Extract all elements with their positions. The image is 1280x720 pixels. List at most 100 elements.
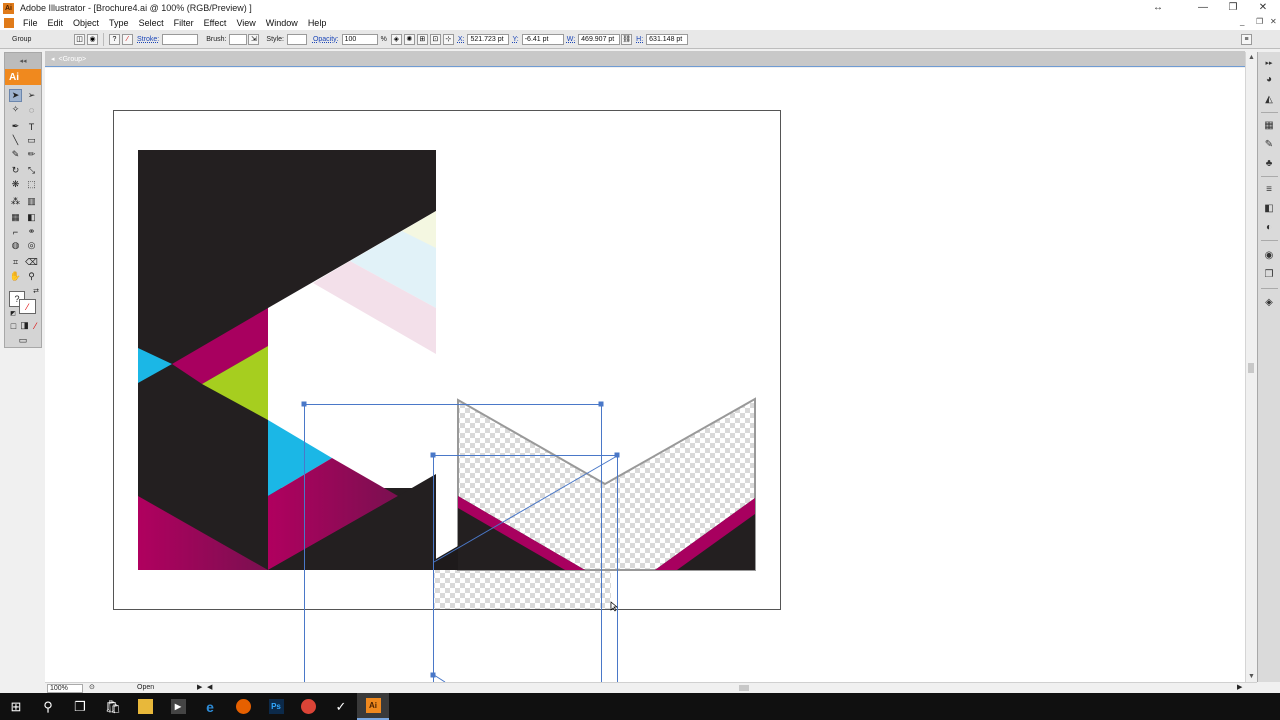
brushes-icon[interactable]: ✎ [1262,137,1276,151]
document-tab[interactable]: ◂ <Group> [51,53,86,65]
type-tool-icon[interactable]: T [25,120,38,133]
file-explorer-icon[interactable] [129,693,161,720]
transform-icon[interactable]: ⊡ [429,33,441,45]
panel-menu-icon[interactable]: ≡ [1241,34,1252,45]
vertical-scrollbar[interactable]: ▲ ▼ [1245,52,1256,682]
zoom-tool-icon[interactable]: ⚲ [25,270,38,283]
swatches-icon[interactable]: ▦ [1262,118,1276,132]
direct-selection-tool-icon[interactable]: ➢ [25,89,38,102]
selection-handle[interactable] [598,401,604,407]
artboard-nav-icon[interactable]: ⊙ [89,683,95,691]
menu-help[interactable]: Help [303,18,332,28]
lasso-tool-icon[interactable]: ◌ [25,103,38,116]
menu-window[interactable]: Window [261,18,303,28]
menu-edit[interactable]: Edit [43,18,69,28]
scroll-right-icon[interactable]: ▶ [1237,683,1242,691]
color-mode-icon[interactable]: □ [9,321,18,331]
scroll-thumb[interactable] [1248,363,1254,373]
doc-close-icon[interactable]: ✕ [1270,17,1277,26]
document-icon[interactable] [4,18,14,28]
selection-tool-icon[interactable]: ➤ [9,89,22,102]
zoom-level-field[interactable]: 100% [47,684,83,693]
y-field[interactable]: -6.41 pt [521,33,564,45]
resize-arrows-icon[interactable]: ↔ [1141,0,1175,14]
edge-icon[interactable]: e [194,693,226,720]
scroll-left-icon[interactable]: ◀ [207,683,212,691]
stroke-panel-icon[interactable]: ≡ [1262,182,1276,196]
crop-area-tool-icon[interactable]: ⌗ [9,256,22,269]
doc-restore-icon[interactable]: ❐ [1256,17,1263,26]
scroll-up-icon[interactable]: ▲ [1246,52,1257,62]
fill-swatch-icon[interactable]: ? [109,33,120,45]
appearance-panel-icon[interactable]: ◉ [1262,248,1276,262]
h-label[interactable]: H: [636,36,643,43]
appearance-icon[interactable]: ◉ [87,33,98,45]
color-panel-icon[interactable]: ◕ [1262,72,1276,86]
menu-effect[interactable]: Effect [199,18,232,28]
menu-file[interactable]: File [18,18,43,28]
pencil-tool-icon[interactable]: ✏ [25,148,38,161]
photoshop-icon[interactable]: Ps [260,693,292,720]
pen-tool-icon[interactable]: ✒ [9,120,22,133]
gradient-mode-icon[interactable]: ◨ [20,320,29,330]
free-transform-tool-icon[interactable]: ⬚ [25,178,38,191]
minimize-button[interactable]: — [1186,0,1220,14]
constrain-proportions-icon[interactable]: ⛓ [621,33,633,45]
scale-tool-icon[interactable]: ⤡ [25,164,38,177]
dock-collapse-icon[interactable]: ▸▸ [1262,56,1276,70]
blend-tool-icon[interactable]: ⚭ [25,225,38,238]
task-view-icon[interactable]: ❐ [64,693,96,720]
h-field[interactable]: 631.148 pt [646,33,689,45]
transparency-panel-icon[interactable]: ◐ [1262,220,1276,234]
close-button[interactable]: ✕ [1246,0,1280,14]
mesh-tool-icon[interactable]: ▦ [9,211,22,224]
brush-dropdown[interactable] [229,33,248,45]
media-player-icon[interactable]: ▶ [162,693,194,720]
x-label[interactable]: X: [458,36,465,43]
menu-select[interactable]: Select [134,18,169,28]
menu-filter[interactable]: Filter [169,18,199,28]
illustrator-taskbar-icon[interactable]: Ai [357,693,389,720]
symbols-icon[interactable]: ♣ [1262,156,1276,170]
chrome-icon[interactable] [292,693,324,720]
align-icon[interactable]: ⊞ [416,33,428,45]
swap-fill-stroke-icon[interactable]: ⇄ [31,286,41,296]
selection-handle[interactable] [614,452,620,458]
menu-type[interactable]: Type [104,18,134,28]
paintbrush-tool-icon[interactable]: ✎ [9,148,22,161]
store-icon[interactable]: 🛍 [97,693,129,720]
restore-button[interactable]: ❐ [1216,0,1250,14]
doc-minimize-icon[interactable]: _ [1240,17,1244,26]
isolate-group-icon[interactable]: ◫ [74,33,85,45]
opacity-label[interactable]: Opacity: [313,36,339,43]
scroll-down-icon[interactable]: ▼ [1246,671,1257,681]
w-field[interactable]: 469.907 pt [578,33,621,45]
selection-handle[interactable] [430,452,436,458]
live-paint-bucket-tool-icon[interactable]: ◍ [9,239,22,252]
eyedropper-tool-icon[interactable]: ⌐ [9,225,22,238]
style-dropdown[interactable] [286,33,307,45]
back-arrow-icon[interactable]: ◂ [51,55,55,63]
menu-view[interactable]: View [231,18,260,28]
panel-grip[interactable]: ◂◂ [5,53,41,69]
warp-tool-icon[interactable]: ❋ [9,178,22,191]
pointer-app-icon[interactable]: ✓ [325,693,357,720]
opacity-field[interactable]: 100 [341,33,378,45]
menu-object[interactable]: Object [68,18,104,28]
brush-options-icon[interactable]: ⇲ [248,33,260,45]
status-menu-arrow-icon[interactable]: ▶ [197,683,202,691]
gradient-tool-icon[interactable]: ◧ [25,211,38,224]
color-guide-icon[interactable]: ◭ [1262,92,1276,106]
gradient-panel-icon[interactable]: ◧ [1262,201,1276,215]
stroke-color-icon[interactable]: ⁄ [19,299,36,314]
magic-wand-tool-icon[interactable]: ✧ [9,103,22,116]
canvas[interactable] [45,68,1245,682]
stroke-weight-field[interactable] [162,33,199,45]
w-label[interactable]: W: [567,36,575,43]
graphic-styles-icon[interactable]: ❐ [1262,267,1276,281]
screen-mode-icon[interactable]: ▭ [15,335,31,346]
rotate-tool-icon[interactable]: ↻ [9,164,22,177]
selection-handle[interactable] [430,672,436,678]
line-tool-icon[interactable]: ╲ [9,134,22,147]
selection-handle[interactable] [301,401,307,407]
